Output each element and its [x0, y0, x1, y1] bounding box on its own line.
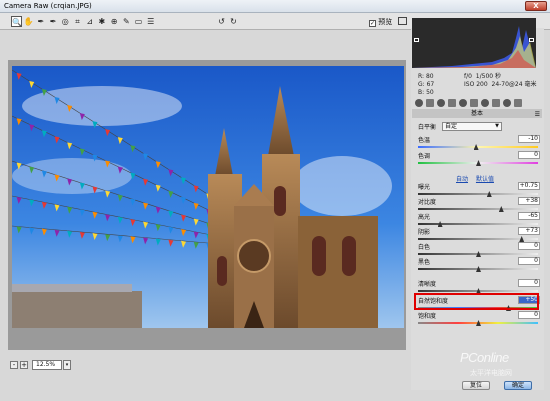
effects-tab-icon[interactable] [481, 99, 489, 107]
iso-value: ISO 200 [464, 81, 488, 88]
slider-label: 对比度 [418, 199, 437, 206]
lens-value: 24-70@24 毫米 [491, 81, 537, 88]
slider-track[interactable] [418, 223, 538, 225]
aperture-value: f/0 [464, 73, 472, 80]
highlight-clipping-icon[interactable] [529, 38, 534, 42]
lens-tab-icon[interactable] [470, 99, 478, 107]
slider-label: 阴影 [418, 229, 431, 236]
slider-label: 高光 [418, 214, 431, 221]
color-sampler-tool-icon[interactable]: ✒ [48, 16, 59, 27]
slider-value-field[interactable]: 0 [518, 257, 540, 265]
slider-value-field[interactable]: +73 [518, 227, 540, 235]
vibrance-highlight-outline [414, 293, 539, 310]
presets-tab-icon[interactable] [503, 99, 511, 107]
watermark-logo: PConline [460, 350, 509, 365]
preview-label: 预览 [378, 18, 393, 26]
fullscreen-icon[interactable] [398, 17, 407, 25]
slider-value-field[interactable]: 0 [518, 311, 540, 319]
cathedral-photo [12, 66, 404, 328]
preview-check-box[interactable]: ✓ [369, 20, 376, 27]
g-label: G: [418, 81, 425, 88]
camera-calibration-tab-icon[interactable] [492, 99, 500, 107]
target-adjust-tool-icon[interactable]: ◎ [60, 16, 71, 27]
adjustment-brush-icon[interactable]: ✎ [121, 16, 132, 27]
rotate-left-icon[interactable]: ↺ [216, 16, 227, 27]
zoom-level-field[interactable]: 12.5% [32, 360, 62, 370]
slider-track[interactable] [418, 208, 538, 210]
window-close-button[interactable]: X [525, 1, 547, 11]
pixel-readout: R: 80 G: 67 B: 50 f/0 1/500 秒 ISO 200 24… [414, 71, 544, 99]
r-label: R: [418, 73, 425, 80]
basic-section-header: 基本 ☰ [412, 109, 542, 118]
detail-tab-icon[interactable] [437, 99, 445, 107]
slider-label: 饱和度 [418, 313, 437, 320]
ok-button[interactable]: 确定 [504, 381, 532, 390]
reset-button[interactable]: 复位 [462, 381, 490, 390]
status-bar: - + 12.5% ▾ [8, 359, 406, 371]
histogram-graph [412, 26, 536, 68]
white-balance-select[interactable]: 自定 ▼ [442, 122, 502, 131]
slider-row: 色调 0 [418, 151, 540, 170]
r-value: 80 [425, 73, 434, 80]
slider-track[interactable] [418, 146, 538, 148]
hsl-tab-icon[interactable] [448, 99, 456, 107]
title-bar: Camera Raw (crqian.JPG) X [0, 0, 550, 13]
split-toning-tab-icon[interactable] [459, 99, 467, 107]
zoom-dropdown[interactable]: ▾ [63, 360, 71, 370]
window-title: Camera Raw (crqian.JPG) [4, 2, 92, 10]
zoom-in-button[interactable]: + [20, 361, 28, 369]
slider-label: 色温 [418, 137, 431, 144]
section-title: 基本 [470, 110, 483, 117]
slider-value-field[interactable]: 0 [518, 151, 540, 159]
zoom-tool-icon[interactable]: 🔍 [11, 16, 22, 27]
white-balance-tool-icon[interactable]: ✒ [35, 16, 46, 27]
g-value: 67 [426, 81, 435, 88]
basic-tab-icon[interactable] [415, 99, 423, 107]
slider-value-field[interactable]: -10 [518, 135, 540, 143]
shadow-clipping-icon[interactable] [414, 38, 419, 42]
slider-track[interactable] [418, 238, 538, 240]
rotate-right-icon[interactable]: ↻ [228, 16, 239, 27]
preview-photo [12, 66, 404, 328]
white-balance-row: 白平衡 自定 ▼ [418, 122, 538, 132]
watermark-subtitle: 太平洋电脑网 [470, 369, 512, 377]
panel-tabs [412, 99, 542, 108]
slider-row: 黑色 0 [418, 257, 540, 276]
chevron-down-icon: ▼ [495, 123, 499, 129]
slider-label: 色调 [418, 153, 431, 160]
graduated-filter-icon[interactable]: ▭ [133, 16, 144, 27]
slider-value-field[interactable]: -65 [518, 212, 540, 220]
slider-value-field[interactable]: 0 [518, 279, 540, 287]
histogram [412, 18, 536, 68]
tone-curve-tab-icon[interactable] [426, 99, 434, 107]
slider-label: 白色 [418, 244, 431, 251]
preview-checkbox[interactable]: ✓ 预览 [369, 17, 392, 27]
hand-tool-icon[interactable]: ✋ [23, 16, 34, 27]
crop-tool-icon[interactable]: ⌗ [72, 16, 83, 27]
slider-label: 曝光 [418, 184, 431, 191]
straighten-tool-icon[interactable]: ⊿ [84, 16, 95, 27]
panel-menu-icon[interactable]: ☰ [535, 110, 540, 119]
red-eye-tool-icon[interactable]: ⊕ [109, 16, 120, 27]
slider-label: 清晰度 [418, 281, 437, 288]
shutter-value: 1/500 秒 [475, 73, 501, 80]
slider-row: 饱和度 0 [418, 311, 540, 330]
white-balance-label: 白平衡 [418, 124, 437, 131]
slider-value-field[interactable]: +0.75 [518, 182, 540, 190]
slider-value-field[interactable]: 0 [518, 242, 540, 250]
slider-track[interactable] [418, 193, 538, 195]
white-balance-value: 自定 [445, 123, 458, 130]
spot-removal-tool-icon[interactable]: ✱ [96, 16, 107, 27]
b-value: 50 [426, 89, 434, 96]
zoom-out-button[interactable]: - [10, 361, 18, 369]
snapshots-tab-icon[interactable] [514, 99, 522, 107]
slider-value-field[interactable]: +38 [518, 197, 540, 205]
b-label: B: [418, 89, 425, 96]
preferences-icon[interactable]: ☰ [145, 16, 156, 27]
slider-label: 黑色 [418, 259, 431, 266]
